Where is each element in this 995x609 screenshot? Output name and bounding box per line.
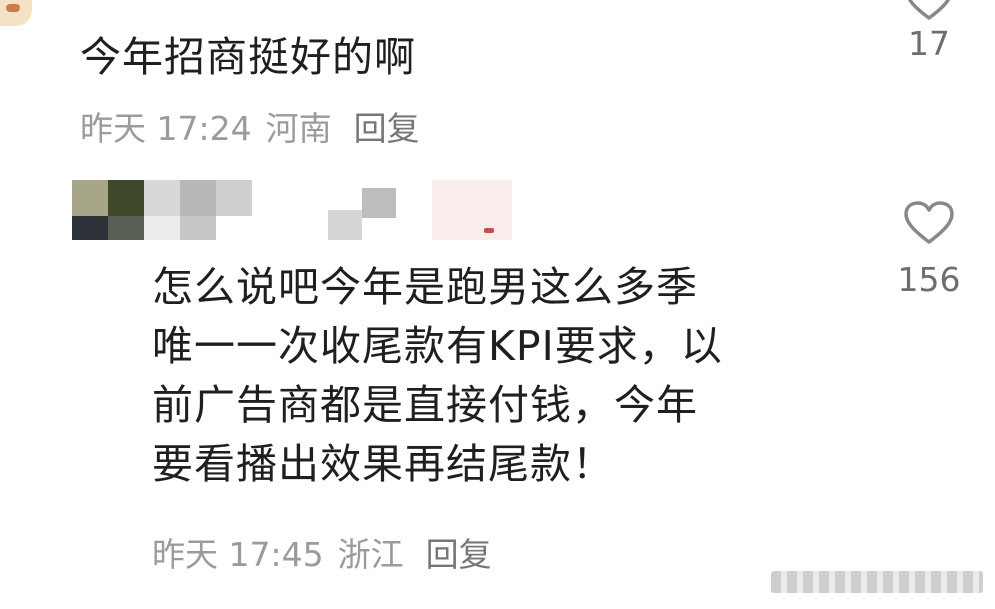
comment-line: 唯一一次收尾款有KPI要求，以 xyxy=(152,322,723,370)
like-count: 156 xyxy=(897,260,961,299)
heart-icon[interactable] xyxy=(903,200,955,246)
comment-text: 今年招商挺好的啊 xyxy=(80,33,416,81)
comment-time: 昨天 17:45 xyxy=(152,535,324,574)
comment-meta: 昨天 17:45 浙江 回复 xyxy=(152,528,492,576)
reply-button[interactable]: 回复 xyxy=(354,102,420,150)
comment-meta: 昨天 17:24 河南 回复 xyxy=(80,102,420,150)
comment-line: 怎么说吧今年是跑男这么多季 xyxy=(152,263,698,311)
like-count: 17 xyxy=(908,24,950,63)
comment-location: 浙江 xyxy=(337,535,404,574)
comment-line: 前广告商都是直接付钱，今年 xyxy=(152,381,698,429)
watermark xyxy=(771,571,983,593)
like-button[interactable]: 156 xyxy=(884,200,974,299)
like-button[interactable]: 17 xyxy=(884,0,974,63)
reply-button[interactable]: 回复 xyxy=(426,528,492,576)
comment-username[interactable] xyxy=(72,180,512,240)
comment-line: 要看播出效果再结尾款！ xyxy=(152,440,614,488)
heart-icon[interactable] xyxy=(904,0,954,22)
comment-location: 河南 xyxy=(265,109,332,148)
comment-time: 昨天 17:24 xyxy=(80,109,252,148)
avatar[interactable] xyxy=(0,0,32,26)
comment-text: 怎么说吧今年是跑男这么多季 唯一一次收尾款有KPI要求，以 前广告商都是直接付钱… xyxy=(152,258,723,494)
